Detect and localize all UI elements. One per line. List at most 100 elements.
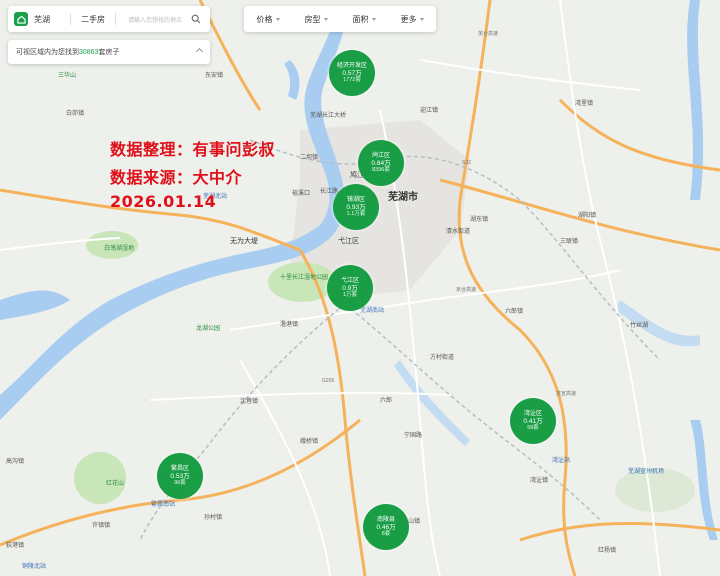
place-label-wanli: 湾里镇 — [575, 101, 594, 107]
cluster-name: 鸠江区 — [371, 152, 390, 159]
place-label-qingshui: 清水街道 — [446, 229, 471, 235]
wetland-park-area — [268, 262, 336, 302]
road-label-changjiang: 长江路 — [320, 189, 339, 195]
district-cluster-jinghu[interactable]: 镜湖区 0.93万 1.1万套 — [333, 184, 379, 230]
district-cluster-jiujiang[interactable]: 鸠江区 0.84万 8396套 — [358, 140, 404, 186]
result-count-bar: 可视区域内为您找到 30863 套房子 — [8, 40, 210, 64]
filter-bar: 价格 房型 面积 更多 — [244, 6, 436, 32]
cluster-count: 1万套 — [342, 292, 358, 299]
filter-price-label: 价格 — [256, 14, 273, 24]
divider — [115, 13, 116, 25]
poi-longhu-park: 龙湖公园 — [196, 326, 221, 332]
chevron-down-icon — [275, 17, 280, 21]
place-label-hongyang: 红杨镇 — [598, 548, 617, 554]
cluster-name: 弋江区 — [340, 277, 359, 284]
road-label-1: 芜合高速 — [478, 31, 499, 37]
poi-airport: 芜湖宣州机场 — [628, 469, 665, 475]
cluster-name: 湾沚区 — [523, 410, 542, 417]
search-icon[interactable] — [188, 11, 204, 27]
home-logo-icon[interactable] — [14, 12, 28, 26]
place-label-shenxiang: 沈巷镇 — [240, 399, 259, 405]
cluster-count: 8套 — [381, 531, 391, 538]
poi-hongshan: 红花山 — [106, 481, 125, 487]
place-label-xuzhen: 许镇镇 — [92, 523, 111, 529]
watermark-line-3: 2026.01.14 — [110, 192, 217, 211]
place-label-erba: 二坝镇 — [300, 155, 319, 161]
filter-area[interactable]: 面积 — [340, 14, 388, 25]
cluster-count: 58套 — [527, 425, 539, 432]
place-label-eqiao: 峨桥镇 — [300, 439, 319, 445]
place-label-fangcun: 方村街道 — [430, 355, 455, 361]
poi-fanchang-station: 繁昌南站 — [151, 502, 176, 508]
result-suffix: 套房子 — [98, 49, 120, 56]
poi-bridge: 芜湖长江大桥 — [310, 113, 347, 119]
filter-layout-label: 房型 — [304, 14, 321, 24]
district-cluster-jingkai[interactable]: 经济开发区 0.57万 1772套 — [329, 50, 375, 96]
watermark-line-2: 数据来源：大中介 — [110, 168, 243, 187]
chevron-down-icon — [323, 17, 328, 21]
divider — [70, 13, 71, 25]
search-bar: 芜湖 二手房 请输入您想找的地点 — [8, 6, 210, 32]
result-count: 30863 — [79, 48, 99, 56]
place-label-digang: 荻港镇 — [6, 543, 25, 549]
chevron-down-icon — [419, 17, 424, 21]
city-selector[interactable]: 芜湖 — [34, 14, 64, 25]
place-label-yingjiang: 迎江镇 — [420, 108, 439, 114]
district-cluster-nanling[interactable]: 南陵县 0.46万 8套 — [363, 504, 409, 550]
cluster-price: 0.53万 — [170, 472, 190, 480]
district-cluster-fanchang[interactable]: 繁昌区 0.53万 96套 — [157, 453, 203, 499]
chevron-down-icon — [371, 17, 376, 21]
poi-tongling-north: 铜陵北站 — [22, 564, 47, 570]
chevron-up-icon[interactable] — [195, 47, 204, 56]
cluster-name: 繁昌区 — [170, 465, 189, 472]
watermark-line-1: 数据整理：有事问彭叔 — [110, 140, 276, 159]
filter-more-label: 更多 — [400, 14, 417, 24]
cluster-name: 南陵县 — [376, 516, 395, 523]
road-label-4: G205 — [322, 378, 335, 384]
cluster-count: 1772套 — [343, 77, 361, 84]
filter-more[interactable]: 更多 — [388, 14, 436, 25]
cluster-price: 0.57万 — [342, 69, 362, 77]
place-label-sanlian: 三联镇 — [560, 239, 579, 245]
cluster-price: 0.93万 — [346, 203, 366, 211]
cluster-price: 0.41万 — [523, 417, 543, 425]
cluster-name: 镜湖区 — [346, 196, 365, 203]
cluster-count: 1.1万套 — [346, 211, 366, 218]
place-label-dongan: 东安镇 — [205, 73, 224, 79]
filter-price[interactable]: 价格 — [244, 14, 292, 25]
district-cluster-yijiang[interactable]: 弋江区 0.9万 1万套 — [327, 265, 373, 311]
road-label-3: S32 — [462, 160, 471, 166]
filter-area-label: 面积 — [352, 14, 369, 24]
listing-type-selector[interactable]: 二手房 — [77, 14, 109, 25]
road-label-ningguo: 宁国路 — [404, 433, 423, 439]
place-label-liulang: 六郎镇 — [505, 309, 524, 315]
poi-sanhua: 三华山 — [58, 73, 77, 79]
place-label-yuxikou: 裕溪口 — [292, 191, 311, 197]
poi-wetland-park: 十里长江湿地公园 — [280, 275, 329, 281]
result-prefix: 可视区域内为您找到 — [16, 49, 79, 56]
poi-wanzhi-station: 湾沚站 — [552, 458, 571, 464]
place-label-suncun: 孙村镇 — [204, 515, 223, 521]
cluster-count: 8396套 — [372, 167, 390, 174]
cluster-price: 0.46万 — [376, 523, 396, 531]
district-cluster-wanzhi[interactable]: 湾沚区 0.41万 58套 — [510, 398, 556, 444]
cluster-name: 经济开发区 — [336, 62, 367, 69]
poi-baidang-wetland: 白荡湖湿地 — [104, 246, 135, 252]
place-label-luganggang: 澛港镇 — [280, 322, 299, 328]
search-input[interactable]: 请输入您想找的地点 — [128, 15, 188, 24]
filter-layout[interactable]: 房型 — [292, 14, 340, 25]
place-label-hudong: 湖东镇 — [470, 217, 489, 223]
cluster-price: 0.84万 — [371, 159, 391, 167]
place-label-huyang: 湖阳镇 — [578, 213, 597, 219]
cluster-count: 96套 — [174, 480, 186, 487]
place-label-gaogou: 高沟镇 — [6, 459, 25, 465]
place-label-zhusihu: 竹丝湖 — [630, 323, 649, 329]
road-label-2: 芜宣高速 — [556, 391, 577, 397]
road-label-5: 京台高速 — [456, 287, 477, 293]
place-label-baimao: 白茆镇 — [66, 111, 85, 117]
place-label-liulang2: 六郎 — [380, 398, 393, 404]
place-label-wuwei: 无为大堤 — [230, 238, 258, 245]
city-label: 芜湖市 — [388, 192, 418, 203]
cluster-price: 0.9万 — [342, 284, 358, 292]
place-label-wanzhi: 湾沚镇 — [530, 478, 549, 484]
